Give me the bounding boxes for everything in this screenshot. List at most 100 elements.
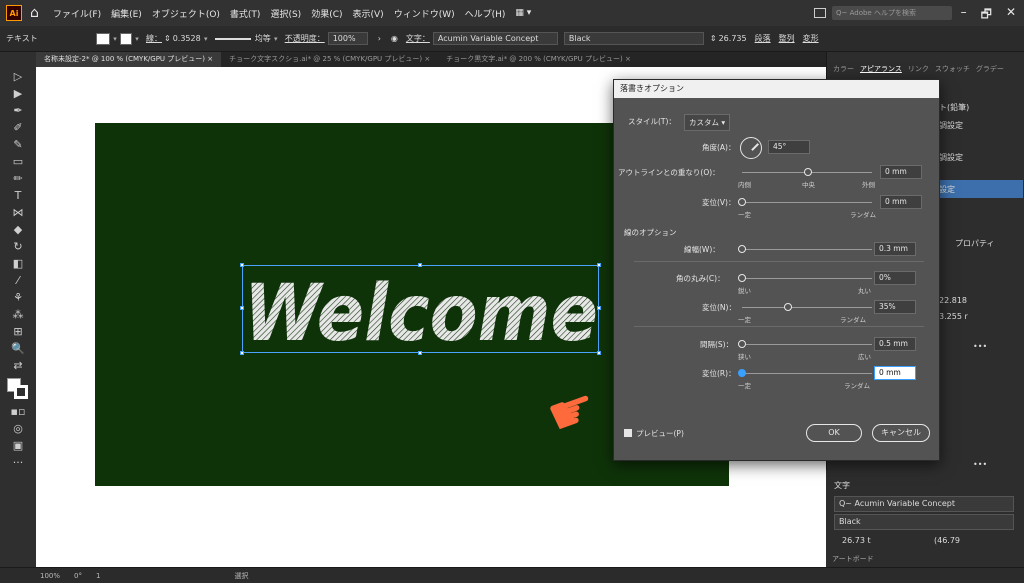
curvature-tool-icon[interactable]: ✐ — [7, 121, 29, 135]
draw-mode-icon[interactable]: ◎ — [7, 422, 29, 436]
variation-knob[interactable] — [738, 369, 746, 377]
width-tool-icon[interactable]: ⋈ — [7, 206, 29, 220]
symbol-sprayer-tool-icon[interactable]: ⁂ — [7, 308, 29, 322]
arrange-documents-icon[interactable] — [814, 8, 826, 18]
font-family-field[interactable]: Q~ Acumin Variable Concept — [834, 496, 1014, 512]
pencil-tool-icon[interactable]: ✏ — [7, 172, 29, 186]
direct-selection-tool-icon[interactable]: ▶ — [7, 87, 29, 101]
appearance-row[interactable]: 調設定 — [939, 120, 963, 131]
selection-handle[interactable] — [240, 263, 244, 267]
selection-tool-icon[interactable]: ▷ — [7, 70, 29, 84]
selection-handle[interactable] — [418, 263, 422, 267]
leading-field[interactable]: (46.79 — [934, 536, 960, 545]
variation-field[interactable]: 0 mm — [874, 366, 916, 380]
anchor-point-tool-icon[interactable]: ✎ — [7, 138, 29, 152]
font-size-value[interactable]: 26.735 — [719, 34, 747, 43]
status-mode[interactable]: 選択 — [234, 571, 248, 581]
pen-tool-icon[interactable]: ✒ — [7, 104, 29, 118]
menu-select[interactable]: 選択(S) — [270, 7, 301, 20]
more-options-icon[interactable]: ••• — [973, 460, 987, 469]
font-size-field[interactable]: 26.73 t — [842, 536, 871, 545]
rotate-tool-icon[interactable]: ↻ — [7, 240, 29, 254]
selection-handle[interactable] — [240, 351, 244, 355]
opacity-label[interactable]: 不透明度： — [285, 33, 325, 44]
selection-handle[interactable] — [597, 306, 601, 310]
close-tab-icon[interactable]: × — [424, 55, 430, 63]
preview-checkbox[interactable] — [624, 429, 632, 437]
tab-color[interactable]: カラー — [833, 64, 854, 74]
style-select[interactable]: カスタム ▾ — [684, 114, 731, 131]
document-tab[interactable]: チョーク文字スクショ.ai* @ 25 % (CMYK/GPU プレビュー) × — [221, 52, 438, 67]
selection-handle[interactable] — [597, 351, 601, 355]
blend-tool-icon[interactable]: ⚘ — [7, 291, 29, 305]
tab-links[interactable]: リンク — [908, 64, 929, 74]
menu-file[interactable]: ファイル(F) — [53, 7, 101, 20]
outline-overlap-knob[interactable] — [804, 168, 812, 176]
rectangle-tool-icon[interactable]: ▭ — [7, 155, 29, 169]
menu-type[interactable]: 書式(T) — [230, 7, 261, 20]
selection-handle[interactable] — [418, 351, 422, 355]
fill-stroke-swatch[interactable] — [7, 378, 29, 400]
screen-mode-icon[interactable]: ▣ — [7, 439, 29, 453]
fill-swatch[interactable] — [96, 32, 110, 45]
stroke-stepper-icon[interactable]: ⇕ — [164, 34, 171, 43]
stroke-style-value[interactable]: 均等 — [255, 33, 271, 44]
chevron-right-icon[interactable]: › — [378, 34, 381, 43]
swap-fill-stroke-icon[interactable]: ⇄ — [7, 359, 29, 373]
more-tools-icon[interactable]: ··· — [7, 456, 29, 470]
stroke-swatch[interactable] — [120, 32, 132, 45]
variation-knob[interactable] — [738, 198, 746, 206]
menu-effect[interactable]: 効果(C) — [311, 7, 342, 20]
curviness-field[interactable]: 0% — [874, 271, 916, 285]
chevron-down-icon[interactable]: ▾ — [132, 35, 142, 43]
stroke-label[interactable]: 線： — [146, 33, 162, 44]
help-search-input[interactable]: Q~ Adobe ヘルプを検索 — [832, 6, 952, 20]
menu-view[interactable]: 表示(V) — [353, 7, 384, 20]
outline-overlap-field[interactable]: 0 mm — [880, 165, 922, 179]
tab-swatches[interactable]: スウォッチ — [935, 64, 970, 74]
cancel-button[interactable]: キャンセル — [872, 424, 930, 442]
artboard-navigator[interactable]: 1 — [96, 572, 100, 580]
close-tab-icon[interactable]: × — [625, 55, 631, 63]
align-label[interactable]: 整列 — [779, 33, 795, 44]
home-icon[interactable]: ⌂ — [30, 5, 39, 21]
preview-label[interactable]: プレビュー(P) — [636, 428, 684, 439]
zoom-tool-icon[interactable]: 🔍 — [7, 342, 29, 356]
variation-knob[interactable] — [784, 303, 792, 311]
appearance-row[interactable]: 設定 — [939, 184, 955, 195]
transform-width-value[interactable]: 22.818 — [939, 296, 967, 305]
font-size-stepper-icon[interactable]: ⇕ — [710, 34, 717, 43]
variation-field[interactable]: 0 mm — [880, 195, 922, 209]
opacity-field[interactable]: 100% — [327, 32, 368, 45]
rotation-view[interactable]: 0° — [74, 572, 82, 580]
more-options-icon[interactable]: ••• — [973, 342, 987, 351]
selection-handle[interactable] — [597, 263, 601, 267]
variation-slider[interactable] — [742, 202, 872, 203]
menu-edit[interactable]: 編集(E) — [111, 7, 142, 20]
transform-height-value[interactable]: 3.255 r — [939, 312, 968, 321]
chevron-down-icon[interactable]: ▾ — [201, 35, 211, 43]
menu-window[interactable]: ウィンドウ(W) — [394, 7, 455, 20]
variation-field[interactable]: 35% — [874, 300, 916, 314]
font-family-field[interactable]: Acumin Variable Concept — [432, 32, 558, 45]
close-button[interactable]: ✕ — [1006, 5, 1016, 26]
tab-appearance[interactable]: アピアランス — [860, 64, 902, 74]
chevron-down-icon[interactable]: ▾ — [271, 35, 281, 43]
appearance-row[interactable]: 調設定 — [939, 152, 963, 163]
paragraph-label[interactable]: 段落 — [755, 33, 771, 44]
selection-handle[interactable] — [240, 306, 244, 310]
menu-help[interactable]: ヘルプ(H) — [465, 7, 506, 20]
artboard-tool-icon[interactable]: ⊞ — [7, 325, 29, 339]
shape-builder-tool-icon[interactable]: ◧ — [7, 257, 29, 271]
menu-object[interactable]: オブジェクト(O) — [152, 7, 220, 20]
tab-gradient[interactable]: グラデー — [976, 64, 1004, 74]
recolor-icon[interactable]: ◉ — [391, 34, 398, 43]
ok-button[interactable]: OK — [806, 424, 862, 442]
spacing-slider[interactable] — [742, 344, 872, 345]
appearance-row[interactable]: ト(鉛筆) — [939, 102, 969, 113]
type-tool-icon[interactable]: T — [7, 189, 29, 203]
workspace-switcher[interactable]: ▦ ▾ — [515, 8, 531, 18]
selection-bounding-box[interactable] — [240, 263, 601, 355]
minimize-button[interactable]: – — [961, 5, 967, 26]
font-style-field[interactable]: Black — [834, 514, 1014, 530]
